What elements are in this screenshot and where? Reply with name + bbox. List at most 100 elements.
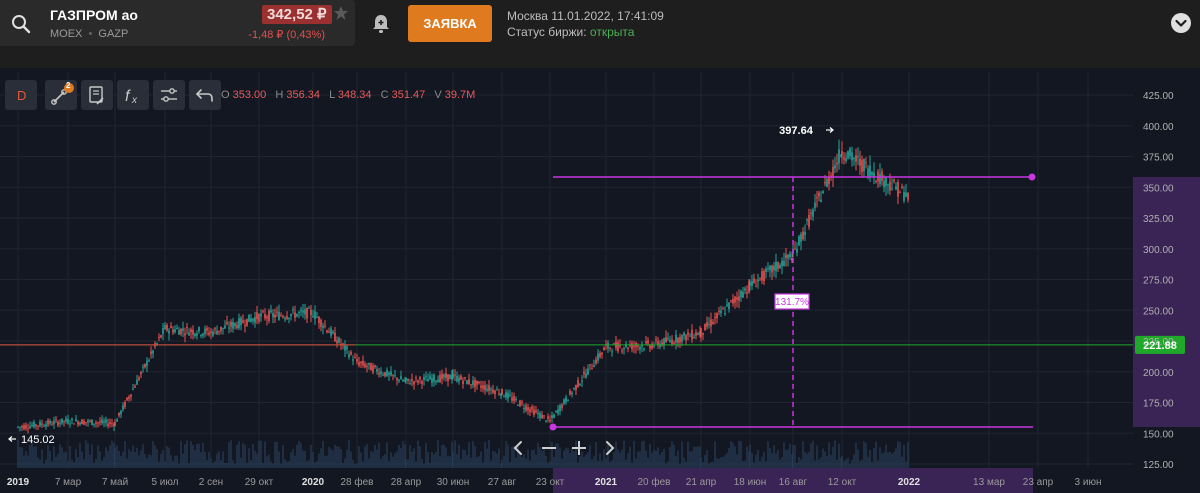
candle-body	[234, 323, 236, 326]
volume-bar	[236, 444, 238, 468]
candle-body	[200, 335, 202, 337]
templates-button[interactable]	[81, 80, 113, 110]
candle-body	[57, 421, 59, 426]
candle-body	[515, 398, 517, 400]
candle-body	[160, 335, 162, 338]
volume-bar	[826, 455, 828, 468]
x-tick-label: 5 июл	[151, 477, 178, 488]
volume-bar	[704, 455, 706, 468]
undo-button[interactable]	[189, 80, 221, 110]
candle-body	[816, 197, 818, 199]
volume-bar	[724, 455, 726, 468]
volume-bar	[184, 444, 186, 468]
volume-bar	[849, 463, 851, 468]
zoom-out-icon[interactable]	[538, 437, 560, 459]
candle-body	[533, 409, 535, 416]
x-tick-label: 30 июн	[437, 477, 470, 488]
candle-body	[869, 165, 871, 178]
volume-bar	[332, 450, 334, 468]
candle-body	[447, 374, 449, 382]
candle-body	[521, 402, 523, 404]
volume-bar	[53, 446, 55, 468]
candle-body	[607, 342, 609, 349]
volume-bar	[39, 459, 41, 468]
candle-body	[800, 234, 802, 242]
volume-bar	[663, 448, 665, 468]
volume-bar	[288, 461, 290, 468]
zoom-in-icon[interactable]	[568, 437, 590, 459]
candle-body	[23, 425, 25, 430]
candle-body	[69, 423, 71, 425]
volume-bar	[252, 444, 254, 468]
volume-bar	[114, 448, 116, 468]
candle-body	[41, 423, 43, 425]
candle-body	[691, 329, 693, 340]
indicators-button[interactable]: f x	[117, 80, 149, 110]
candle-body	[789, 253, 791, 257]
volume-bar	[785, 449, 787, 468]
volume-bar	[146, 458, 148, 468]
volume-bar	[23, 455, 25, 468]
volume-bar	[294, 455, 296, 468]
scroll-left-icon[interactable]	[508, 437, 530, 459]
candle-body	[226, 322, 228, 325]
volume-bar	[81, 451, 83, 468]
candle-body	[378, 372, 380, 375]
candle-body	[350, 351, 352, 355]
volume-bar	[342, 462, 344, 468]
volume-bar	[853, 454, 855, 468]
candle-body	[366, 366, 368, 368]
volume-bar	[27, 455, 29, 468]
x-tick-label: 13 мар	[973, 477, 1005, 488]
volume-bar	[773, 445, 775, 468]
volume-bar	[132, 445, 134, 468]
measure-handle-end	[1028, 173, 1036, 181]
volume-bar	[128, 449, 130, 468]
candle-body	[611, 351, 613, 353]
volume-bar	[396, 451, 398, 468]
volume-bar	[33, 446, 35, 468]
candle-body	[724, 312, 726, 314]
drawing-tools-button[interactable]: 2	[45, 80, 77, 110]
volume-bar	[51, 461, 53, 468]
candle-body	[126, 397, 128, 401]
candle-body	[649, 345, 651, 349]
scroll-right-icon[interactable]	[598, 437, 620, 459]
price-chart[interactable]: 2019 7 мар 7 май 5 июл 2 сен 29 окт 2020 28 фев…	[0, 0, 1200, 493]
y-tick-label: 375.00	[1143, 153, 1174, 164]
volume-bar	[312, 451, 314, 468]
candle-body	[374, 365, 376, 367]
candle-body	[178, 329, 180, 335]
volume-bar	[208, 451, 210, 468]
interval-button[interactable]: D	[5, 80, 37, 110]
candle-body	[216, 330, 218, 335]
candle-body	[248, 314, 250, 322]
volume-bar	[144, 453, 146, 468]
candle-body	[392, 374, 394, 376]
candle-body	[667, 338, 669, 340]
candle-body	[806, 219, 808, 221]
candle-body	[111, 423, 113, 425]
candle-body	[138, 377, 140, 380]
candle-body	[47, 420, 49, 425]
volume-bar	[468, 442, 470, 468]
candle-body	[437, 379, 439, 383]
x-tick-label: 2022	[898, 477, 921, 488]
candle-body	[262, 311, 264, 313]
volume-bar	[808, 451, 810, 468]
volume-bar	[875, 441, 877, 468]
candle-body	[454, 374, 456, 376]
volume-bar	[136, 447, 138, 468]
candle-body	[302, 310, 304, 313]
volume-bar	[501, 459, 503, 468]
candle-body	[755, 286, 757, 288]
candle-body	[798, 236, 800, 246]
volume-bar	[154, 445, 156, 468]
candle-body	[61, 418, 63, 424]
settings-button[interactable]	[153, 80, 185, 110]
candle-body	[883, 180, 885, 188]
candle-body	[67, 418, 69, 424]
candle-body	[557, 409, 559, 414]
volume-bar	[214, 460, 216, 468]
volume-bar	[43, 463, 45, 468]
